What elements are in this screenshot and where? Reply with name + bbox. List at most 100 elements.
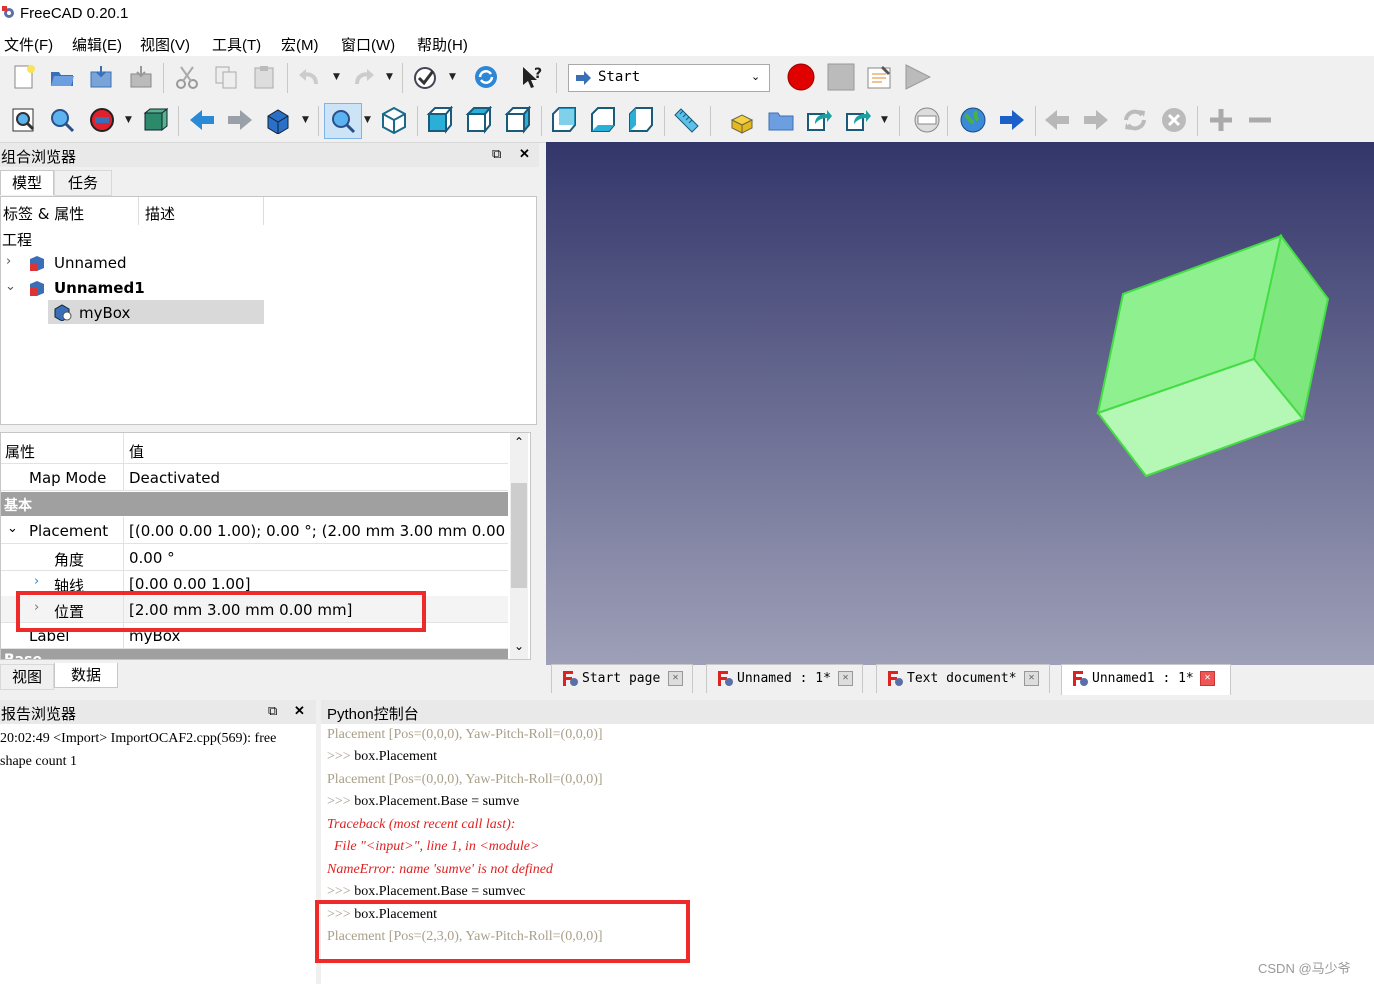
menu-file[interactable]: 文件(F) xyxy=(4,34,53,55)
property-row-map-mode[interactable]: Map Mode Deactivated xyxy=(1,464,508,491)
view-rear-button[interactable] xyxy=(549,105,579,135)
web-refresh-button[interactable] xyxy=(1120,105,1150,135)
menu-window[interactable]: 窗口(W) xyxy=(341,34,395,55)
float-icon[interactable]: ⧉ xyxy=(268,703,277,719)
web-stop-button[interactable] xyxy=(1159,105,1189,135)
view-left-button[interactable] xyxy=(626,105,656,135)
undo-button[interactable] xyxy=(294,62,324,92)
web-zoom-in-button[interactable] xyxy=(1206,105,1236,135)
check-dropdown-icon[interactable]: ▼ xyxy=(449,72,456,82)
std-views-dropdown-icon[interactable]: ▼ xyxy=(302,115,309,125)
tab-data[interactable]: 数据 xyxy=(54,663,118,688)
3d-viewport[interactable] xyxy=(546,142,1374,665)
redo-button[interactable] xyxy=(349,62,379,92)
draw-style-button[interactable] xyxy=(87,105,117,135)
collapse-chevron-icon[interactable]: ⌄ xyxy=(5,279,16,294)
forward-button[interactable] xyxy=(225,105,255,135)
paste-icon xyxy=(254,66,274,89)
tree-item-unnamed1[interactable]: Unnamed1 xyxy=(54,279,145,297)
scroll-down-icon[interactable]: ⌄ xyxy=(514,639,524,653)
float-icon[interactable]: ⧉ xyxy=(492,146,501,162)
tab-unnamed1-active[interactable]: Unnamed1 : 1* ✕ xyxy=(1061,664,1231,695)
close-icon[interactable]: ✕ xyxy=(294,703,305,719)
copy-button[interactable] xyxy=(211,62,241,92)
report-output[interactable]: 20:02:49 <Import> ImportOCAF2.cpp(569): … xyxy=(0,724,316,984)
menu-help[interactable]: 帮助(H) xyxy=(417,34,468,55)
recompute-button[interactable] xyxy=(471,62,501,92)
create-part-button[interactable] xyxy=(727,105,757,135)
link-actions-button[interactable] xyxy=(843,105,873,135)
tab-text-document[interactable]: Text document* ✕ xyxy=(876,664,1050,693)
property-scrollbar[interactable]: ⌃ ⌄ xyxy=(510,433,528,659)
create-link-button[interactable] xyxy=(804,105,834,135)
view-right-button[interactable] xyxy=(503,105,533,135)
macro-stop-button[interactable] xyxy=(826,62,856,92)
save-as-button[interactable] xyxy=(126,62,156,92)
document-icon xyxy=(30,256,44,271)
property-group-basic[interactable]: 基本 xyxy=(1,492,508,516)
tree-header-label[interactable]: 标签 & 属性 xyxy=(3,203,84,224)
menu-macro[interactable]: 宏(M) xyxy=(281,34,319,55)
workbench-selector[interactable]: Start ⌄ xyxy=(568,64,770,92)
menu-view[interactable]: 视图(V) xyxy=(140,34,190,55)
web-open-button[interactable] xyxy=(912,105,942,135)
web-forward-go-button[interactable] xyxy=(997,105,1027,135)
web-zoom-out-button[interactable] xyxy=(1245,105,1275,135)
scroll-up-icon[interactable]: ⌃ xyxy=(514,435,524,449)
console-command: >>> box.Placement xyxy=(327,749,437,765)
collapse-chevron-icon[interactable]: ⌄ xyxy=(7,521,18,536)
tree-header-description[interactable]: 描述 xyxy=(145,203,175,224)
expand-chevron-icon[interactable]: › xyxy=(6,254,11,269)
expand-chevron-icon[interactable]: › xyxy=(34,574,39,589)
paste-button[interactable] xyxy=(249,62,279,92)
link-dropdown-icon[interactable]: ▼ xyxy=(881,115,888,125)
macro-run-button[interactable] xyxy=(902,62,932,92)
tab-unnamed[interactable]: Unnamed : 1* ✕ xyxy=(706,664,863,693)
property-row-angle[interactable]: 角度 0.00 ° xyxy=(1,544,508,571)
scrollbar-thumb[interactable] xyxy=(511,483,527,588)
back-button[interactable] xyxy=(187,105,217,135)
refresh-check-button[interactable] xyxy=(410,62,440,92)
close-tab-icon[interactable]: ✕ xyxy=(1024,671,1039,686)
view-isometric-button[interactable] xyxy=(379,105,409,135)
open-button[interactable] xyxy=(47,62,77,92)
menu-tools[interactable]: 工具(T) xyxy=(212,34,261,55)
fit-all-button[interactable] xyxy=(9,105,39,135)
tab-start-page[interactable]: Start page ✕ xyxy=(551,664,693,693)
close-tab-icon[interactable]: ✕ xyxy=(838,671,853,686)
close-icon[interactable]: ✕ xyxy=(519,146,530,162)
web-back-button[interactable] xyxy=(1042,105,1072,135)
new-document-button[interactable] xyxy=(9,62,39,92)
redo-dropdown-icon[interactable]: ▼ xyxy=(386,72,393,82)
view-front-button[interactable] xyxy=(425,105,455,135)
web-next-button[interactable] xyxy=(1081,105,1111,135)
view-top-button[interactable] xyxy=(464,105,494,135)
zoom-dropdown-icon[interactable]: ▼ xyxy=(364,115,371,125)
tree-item-unnamed[interactable]: Unnamed xyxy=(54,254,127,272)
cut-button[interactable] xyxy=(172,62,202,92)
save-button[interactable] xyxy=(86,62,116,92)
menu-edit[interactable]: 编辑(E) xyxy=(72,34,122,55)
tab-model[interactable]: 模型 xyxy=(0,170,54,195)
web-home-button[interactable] xyxy=(958,105,988,135)
property-row-placement[interactable]: ⌄ Placement [(0.00 0.00 1.00); 0.00 °; (… xyxy=(1,517,524,544)
create-group-button[interactable] xyxy=(766,105,796,135)
std-views-button[interactable] xyxy=(263,105,293,135)
tab-tasks[interactable]: 任务 xyxy=(54,170,112,196)
macro-edit-button[interactable] xyxy=(864,62,894,92)
value-column-header: 值 xyxy=(129,443,145,461)
draw-style-dropdown-icon[interactable]: ▼ xyxy=(125,115,132,125)
bounding-box-button[interactable] xyxy=(140,105,170,135)
zoom-mode-button[interactable] xyxy=(324,103,362,139)
whats-this-button[interactable]: ? xyxy=(517,62,547,92)
close-tab-icon[interactable]: ✕ xyxy=(668,671,683,686)
arrow-left-icon xyxy=(190,110,214,130)
macro-record-button[interactable] xyxy=(786,62,816,92)
fit-selection-button[interactable] xyxy=(47,105,77,135)
close-tab-icon[interactable]: ✕ xyxy=(1200,671,1215,686)
tab-view[interactable]: 视图 xyxy=(0,664,54,690)
measure-distance-button[interactable] xyxy=(671,105,701,135)
property-group-base[interactable]: Base xyxy=(1,649,508,659)
undo-dropdown-icon[interactable]: ▼ xyxy=(333,72,340,82)
view-bottom-button[interactable] xyxy=(588,105,618,135)
